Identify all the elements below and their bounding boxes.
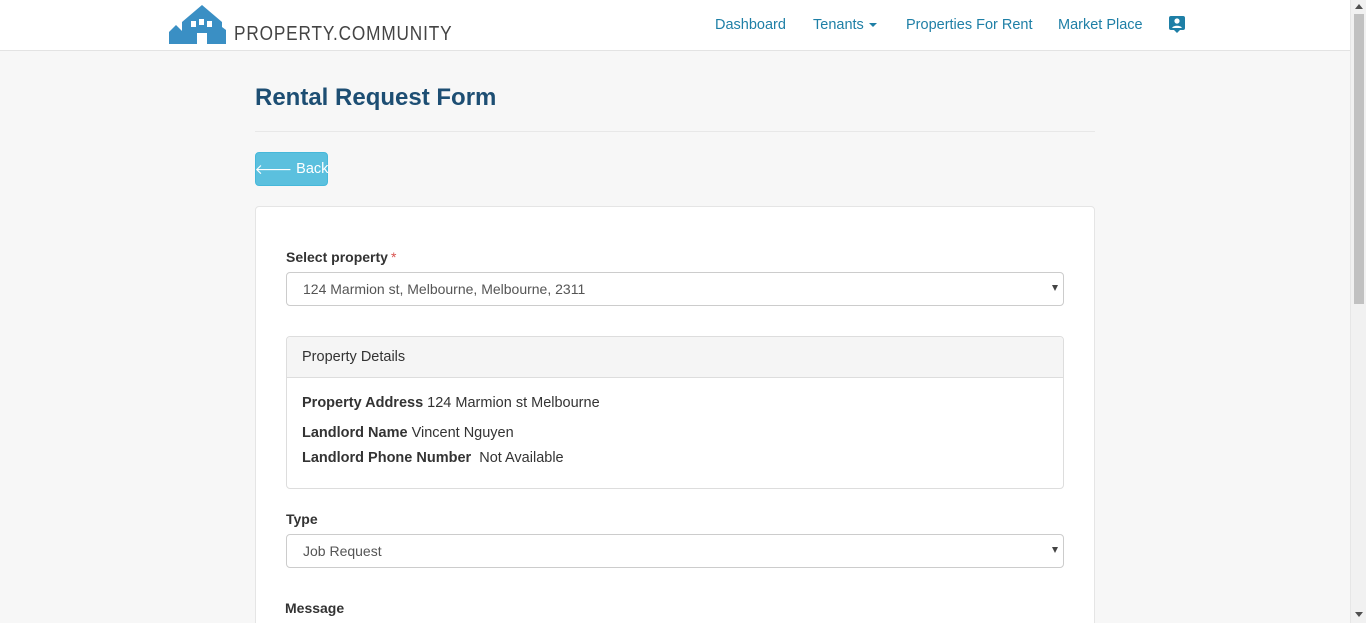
property-address-value: 124 Marmion st Melbourne	[427, 395, 600, 411]
property-select[interactable]: 124 Marmion st, Melbourne, Melbourne, 23…	[286, 272, 1064, 306]
select-property-label-text: Select property	[286, 249, 388, 265]
property-address-label: Property Address	[302, 395, 424, 411]
title-divider	[255, 131, 1095, 132]
back-button-label: Back	[296, 161, 329, 177]
landlord-name-value: Vincent Nguyen	[411, 425, 514, 441]
nav-tenants-label: Tenants	[813, 17, 864, 33]
select-arrow-icon	[1052, 285, 1058, 291]
required-marker: *	[390, 249, 397, 265]
landlord-phone-label: Landlord Phone Number	[302, 450, 472, 466]
landlord-phone-value: Not Available	[479, 450, 564, 466]
scroll-up-arrow-icon[interactable]	[1355, 4, 1363, 9]
property-details-panel: Property Details Property Address 124 Ma…	[286, 336, 1064, 489]
scroll-thumb[interactable]	[1354, 14, 1364, 304]
landlord-name-label: Landlord Name	[302, 425, 408, 441]
back-button[interactable]: 🡐 Back	[255, 152, 328, 186]
page-title: Rental Request Form	[255, 84, 497, 111]
landlord-name-row: Landlord Name Vincent Nguyen	[302, 425, 514, 441]
brand-logo[interactable]: PROPERTY.COMMUNITY	[169, 4, 488, 44]
caret-down-icon	[868, 23, 877, 28]
message-label: Message	[285, 600, 345, 616]
type-select[interactable]: Job Request	[286, 534, 1064, 568]
select-property-label: Select property *	[286, 249, 396, 265]
nav-dashboard[interactable]: Dashboard	[715, 17, 786, 33]
nav-market-place[interactable]: Market Place	[1058, 17, 1143, 33]
scroll-down-arrow-icon[interactable]	[1355, 612, 1363, 617]
contact-card-icon[interactable]	[1169, 16, 1185, 33]
select-arrow-icon	[1052, 547, 1058, 553]
house-logo-icon	[169, 5, 226, 44]
property-select-value: 124 Marmion st, Melbourne, Melbourne, 23…	[303, 281, 586, 297]
type-label: Type	[286, 511, 318, 527]
arrow-left-icon: 🡐	[254, 160, 293, 177]
landlord-phone-row: Landlord Phone Number Not Available	[302, 450, 564, 466]
type-select-value: Job Request	[303, 543, 382, 559]
property-details-heading: Property Details	[287, 337, 1063, 378]
nav-tenants[interactable]: Tenants	[813, 17, 877, 33]
page-scrollbar[interactable]	[1350, 0, 1366, 623]
nav-properties-for-rent[interactable]: Properties For Rent	[906, 17, 1033, 33]
property-address-row: Property Address 124 Marmion st Melbourn…	[302, 395, 600, 411]
brand-name: PROPERTY.COMMUNITY	[234, 23, 453, 45]
top-navbar: PROPERTY.COMMUNITY Dashboard Tenants Pro…	[0, 0, 1350, 51]
